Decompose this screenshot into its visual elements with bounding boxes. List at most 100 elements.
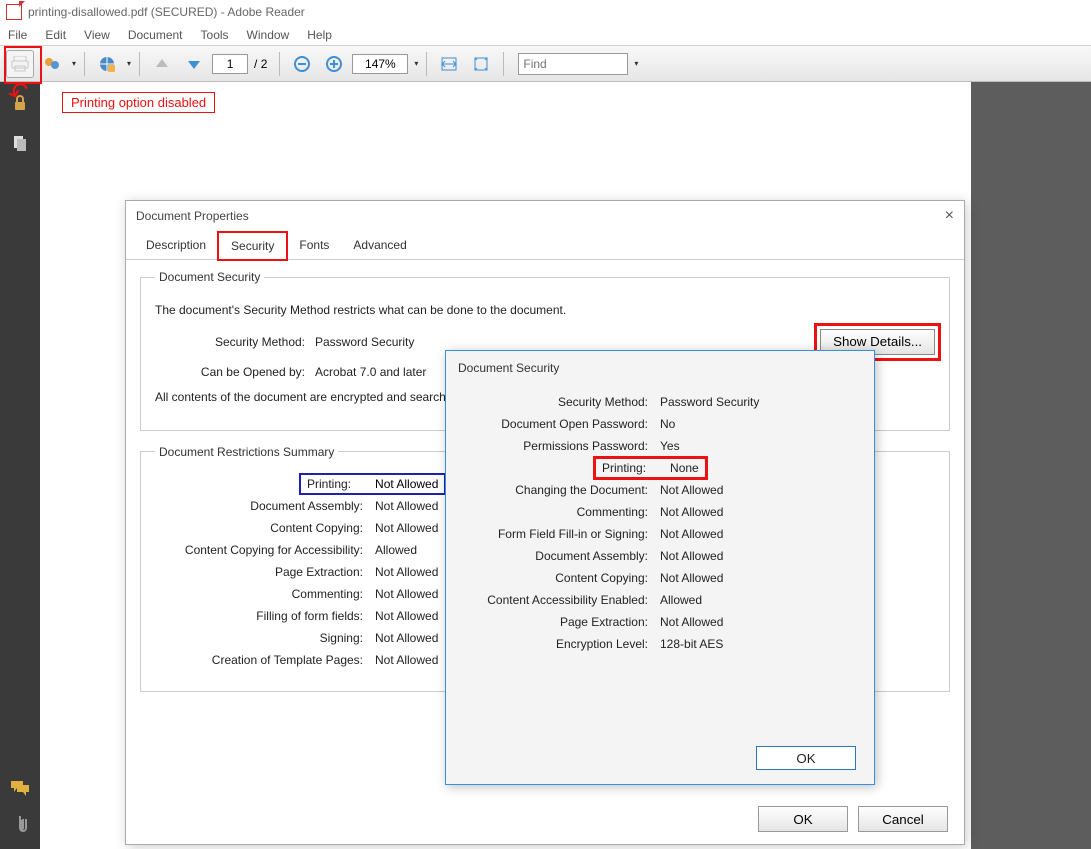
opened-by-label: Can be Opened by: [155, 365, 315, 379]
subdialog-row: Content Accessibility Enabled:Allowed [460, 593, 860, 607]
restriction-value: Not Allowed [375, 653, 438, 667]
subdialog-row: Form Field Fill-in or Signing:Not Allowe… [460, 527, 860, 541]
restriction-label: Filling of form fields: [155, 609, 375, 623]
subdialog-label: Form Field Fill-in or Signing: [460, 527, 660, 541]
subdialog-value: Not Allowed [660, 505, 723, 519]
subdialog-value: Not Allowed [660, 571, 723, 585]
restriction-value: Not Allowed [375, 565, 438, 579]
subdialog-label: Commenting: [460, 505, 660, 519]
subdialog-label: Document Assembly: [460, 549, 660, 563]
attachments-icon[interactable] [9, 813, 31, 835]
print-button [6, 50, 34, 78]
restriction-label: Content Copying: [155, 521, 375, 535]
separator [139, 52, 140, 76]
close-icon[interactable]: × [945, 207, 954, 225]
tab-security[interactable]: Security [218, 232, 287, 260]
subdialog-value: 128-bit AES [660, 637, 723, 651]
restriction-label: Printing: [307, 477, 363, 491]
page-down-button[interactable] [180, 50, 208, 78]
document-security-subdialog: Document Security Security Method:Passwo… [445, 350, 875, 785]
restriction-label: Content Copying for Accessibility: [155, 543, 375, 557]
restriction-label: Document Assembly: [155, 499, 375, 513]
separator [426, 52, 427, 76]
fit-width-button[interactable] [435, 50, 463, 78]
printing-highlight: Printing: Not Allowed [303, 477, 442, 491]
restriction-value: Allowed [375, 543, 417, 557]
restriction-label: Page Extraction: [155, 565, 375, 579]
dropdown-caret-icon[interactable]: ▾ [127, 59, 131, 68]
subdialog-value: Password Security [660, 395, 759, 409]
dropdown-caret-icon[interactable]: ▾ [72, 59, 76, 68]
restriction-value: Not Allowed [375, 499, 438, 513]
menu-help[interactable]: Help [307, 28, 332, 42]
menu-file[interactable]: File [8, 28, 27, 42]
dropdown-caret-icon[interactable]: ▾ [634, 59, 638, 68]
menu-tools[interactable]: Tools [201, 28, 229, 42]
subdialog-label: Permissions Password: [460, 439, 660, 453]
restrictions-legend: Document Restrictions Summary [155, 445, 338, 459]
restriction-value: Not Allowed [375, 609, 438, 623]
lock-icon[interactable] [9, 92, 31, 114]
zoom-level-input[interactable] [352, 54, 408, 74]
tab-advanced[interactable]: Advanced [341, 232, 418, 260]
restriction-label: Creation of Template Pages: [155, 653, 375, 667]
subdialog-row: Permissions Password:Yes [460, 439, 860, 453]
subdialog-row: Content Copying:Not Allowed [460, 571, 860, 585]
zoom-out-button[interactable] [288, 50, 316, 78]
subdialog-title: Document Security [446, 351, 874, 381]
cancel-button[interactable]: Cancel [858, 806, 948, 832]
tab-description[interactable]: Description [134, 232, 218, 260]
security-method-value: Password Security [315, 335, 414, 349]
subdialog-label: Changing the Document: [460, 483, 660, 497]
fit-page-button[interactable] [467, 50, 495, 78]
page-total-label: / 2 [254, 57, 267, 71]
restriction-value: Not Allowed [375, 631, 438, 645]
dialog-titlebar[interactable]: Document Properties × [126, 201, 964, 231]
subdialog-printing-highlight: Printing:None [598, 461, 703, 475]
subdialog-row: Printing:None [460, 461, 860, 475]
dialog-button-row: OK Cancel [758, 806, 948, 832]
subdialog-row: Document Assembly:Not Allowed [460, 549, 860, 563]
subdialog-label: Page Extraction: [460, 615, 660, 629]
globe-button[interactable] [93, 50, 121, 78]
menu-window[interactable]: Window [247, 28, 290, 42]
subdialog-body: Security Method:Password Security Documen… [446, 381, 874, 665]
subdialog-row: Security Method:Password Security [460, 395, 860, 409]
separator [503, 52, 504, 76]
opened-by-value: Acrobat 7.0 and later [315, 365, 426, 379]
annotation-label: Printing option disabled [62, 92, 215, 113]
subdialog-row: Page Extraction:Not Allowed [460, 615, 860, 629]
page-up-button[interactable] [148, 50, 176, 78]
subdialog-label: Content Accessibility Enabled: [460, 593, 660, 607]
subdialog-row: Commenting:Not Allowed [460, 505, 860, 519]
page-number-input[interactable] [212, 54, 248, 74]
comments-icon[interactable] [9, 777, 31, 799]
restriction-label: Commenting: [155, 587, 375, 601]
window-titlebar: printing-disallowed.pdf (SECURED) - Adob… [0, 0, 1091, 24]
find-input[interactable] [518, 53, 628, 75]
subdialog-ok-button[interactable]: OK [756, 746, 856, 770]
restriction-label: Signing: [155, 631, 375, 645]
collab-button[interactable] [38, 50, 66, 78]
pages-icon[interactable] [9, 132, 31, 154]
window-title: printing-disallowed.pdf (SECURED) - Adob… [28, 5, 305, 19]
subdialog-value: No [660, 417, 675, 431]
tab-fonts[interactable]: Fonts [287, 232, 341, 260]
menu-document[interactable]: Document [128, 28, 183, 42]
menu-view[interactable]: View [84, 28, 110, 42]
separator [84, 52, 85, 76]
subdialog-row: Changing the Document:Not Allowed [460, 483, 860, 497]
subdialog-value: Not Allowed [660, 483, 723, 497]
document-security-legend: Document Security [155, 270, 264, 284]
restriction-value: Not Allowed [375, 521, 438, 535]
menu-edit[interactable]: Edit [45, 28, 66, 42]
subdialog-label: Document Open Password: [460, 417, 660, 431]
menu-bar: File Edit View Document Tools Window Hel… [0, 24, 1091, 46]
subdialog-row: Encryption Level:128-bit AES [460, 637, 860, 651]
subdialog-value: Not Allowed [660, 527, 723, 541]
zoom-in-button[interactable] [320, 50, 348, 78]
subdialog-value: Yes [660, 439, 680, 453]
dropdown-caret-icon[interactable]: ▾ [414, 59, 418, 68]
subdialog-label: Encryption Level: [460, 637, 660, 651]
ok-button[interactable]: OK [758, 806, 848, 832]
